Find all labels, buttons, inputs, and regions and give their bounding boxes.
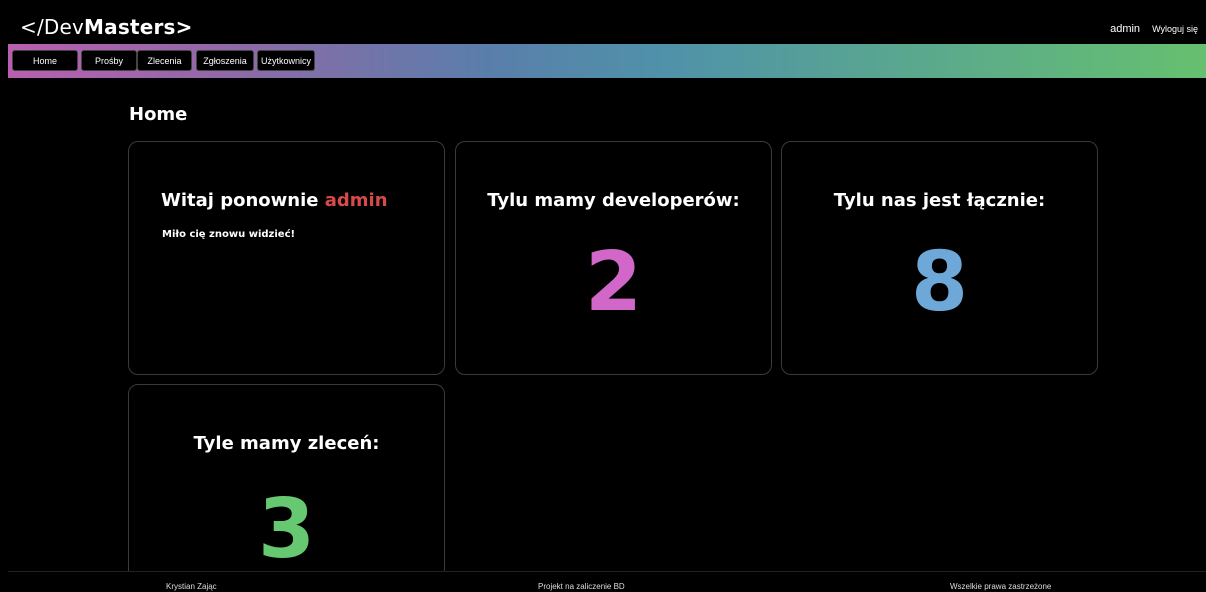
logout-link[interactable]: Wyloguj się xyxy=(1152,23,1198,35)
footer: Krystian Zając Projekt na zaliczenie BD … xyxy=(8,571,1206,592)
nav-item-zgloszenia[interactable]: Zgłoszenia xyxy=(196,50,254,71)
user-area: admin Wyloguj się xyxy=(1110,23,1198,35)
welcome-subtitle: Miło cię znowu widzieć! xyxy=(162,229,296,240)
welcome-user-name: admin xyxy=(324,190,388,211)
orders-card: Tyle mamy zleceń: 3 xyxy=(128,384,445,584)
nav-bar: Home Prośby Zlecenia Zgłoszenia Użytkown… xyxy=(8,44,1206,78)
orders-count: 3 xyxy=(257,482,316,577)
orders-label: Tyle mamy zleceń: xyxy=(193,433,380,454)
nav-item-prosby[interactable]: Prośby xyxy=(81,50,137,71)
welcome-greeting: Witaj ponownie xyxy=(161,190,319,211)
developers-label: Tylu mamy developerów: xyxy=(487,190,740,211)
top-bar: </DevMasters> admin Wyloguj się xyxy=(8,10,1206,42)
page: </DevMasters> admin Wyloguj się Home Pro… xyxy=(0,0,1206,592)
total-users-label: Tylu nas jest łącznie: xyxy=(833,190,1046,211)
total-users-card: Tylu nas jest łącznie: 8 xyxy=(781,141,1098,375)
user-name: admin xyxy=(1110,23,1141,35)
welcome-heading: Witaj ponownie admin xyxy=(161,190,388,211)
nav-item-home[interactable]: Home xyxy=(12,50,78,71)
nav-item-zlecenia[interactable]: Zlecenia xyxy=(137,50,192,71)
developers-count: 2 xyxy=(584,235,643,330)
nav-item-uzytkownicy[interactable]: Użytkownicy xyxy=(257,50,315,71)
logo-prefix: </Dev xyxy=(20,15,85,39)
total-users-count: 8 xyxy=(910,235,969,330)
footer-author: Krystian Zając xyxy=(166,582,217,591)
logo-bold: Masters> xyxy=(84,15,193,39)
page-title: Home xyxy=(129,104,188,125)
footer-project: Projekt na zaliczenie BD xyxy=(538,582,625,591)
welcome-card: Witaj ponownie admin Miło cię znowu widz… xyxy=(128,141,445,375)
logo[interactable]: </DevMasters> xyxy=(20,16,193,38)
developers-card: Tylu mamy developerów: 2 xyxy=(455,141,772,375)
footer-rights: Wszelkie prawa zastrzeżone xyxy=(950,582,1052,591)
